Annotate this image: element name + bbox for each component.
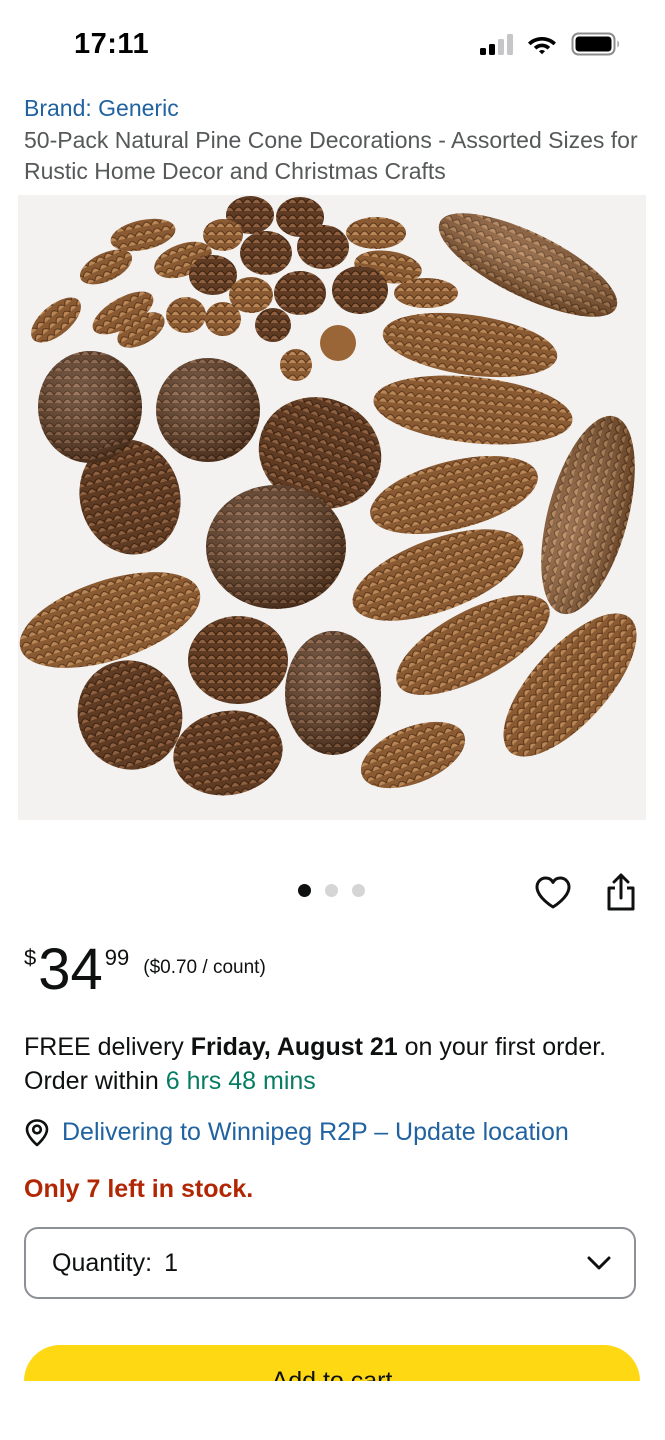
delivery-prefix: FREE delivery (24, 1033, 191, 1061)
stock-status: Only 7 left in stock. (24, 1175, 254, 1203)
brand-link[interactable]: Brand: Generic (24, 95, 179, 122)
product-title: 50-Pack Natural Pine Cone Decorations - … (24, 127, 638, 184)
battery-icon (571, 32, 619, 56)
unit-price: ($0.70 / count) (143, 957, 266, 978)
price-whole: 34 (38, 937, 103, 1002)
share-button[interactable] (604, 872, 638, 912)
share-icon (607, 873, 635, 911)
status-icons (479, 32, 621, 56)
carousel-dot-2[interactable] (325, 884, 338, 897)
product-image[interactable] (18, 195, 646, 820)
wishlist-button[interactable] (534, 874, 572, 912)
quantity-value: 1 (164, 1248, 178, 1277)
add-to-cart-label: Add to cart (271, 1367, 393, 1381)
delivery-countdown: 6 hrs 48 mins (165, 1067, 316, 1095)
delivery-location-link[interactable]: Delivering to Winnipeg R2P – Update loca… (24, 1118, 569, 1147)
quantity-dropdown[interactable]: Quantity: 1 (24, 1227, 636, 1299)
quantity-label: Quantity: (52, 1248, 153, 1277)
price-fraction: 99 (104, 945, 130, 970)
price-currency-symbol: $ (24, 945, 37, 970)
status-bar: 17:11 (0, 0, 665, 90)
add-to-cart-button[interactable]: Add to cart (24, 1345, 640, 1381)
price: $ 34 99 ($0.70 / count) (24, 935, 266, 1005)
delivery-location-text: Delivering to Winnipeg R2P – Update loca… (62, 1118, 569, 1146)
carousel-dot-3[interactable] (352, 884, 365, 897)
chevron-down-icon (587, 1256, 611, 1270)
carousel-dot-1[interactable] (298, 884, 311, 897)
location-pin-icon (25, 1118, 49, 1146)
cellular-signal-icon (480, 34, 513, 55)
heart-icon (535, 876, 571, 909)
delivery-date: Friday, August 21 (190, 1033, 398, 1061)
status-time: 17:11 (74, 28, 150, 60)
delivery-info: FREE delivery Friday, August 21 on your … (24, 1030, 639, 1098)
wifi-icon (528, 37, 556, 55)
image-carousel-dots[interactable] (298, 884, 365, 897)
